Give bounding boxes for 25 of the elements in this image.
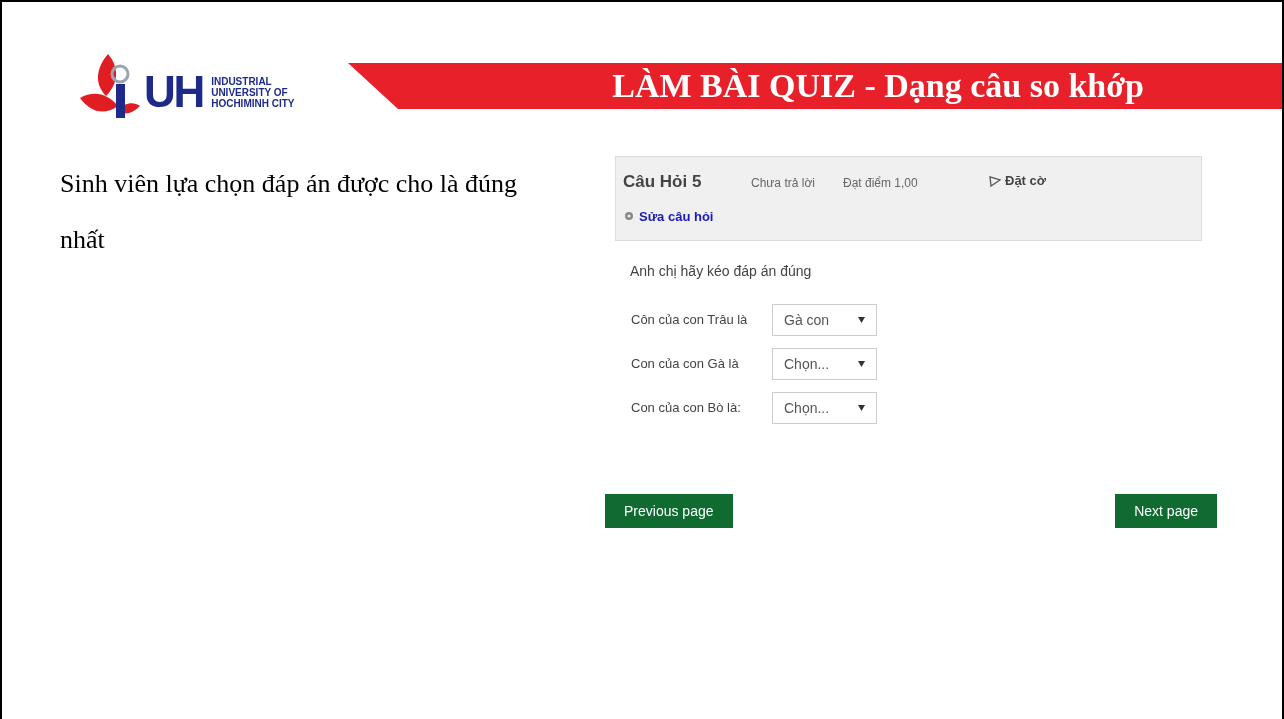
caret-icon [858, 405, 865, 411]
match-label: Con của con Bò là: [631, 399, 742, 418]
edit-question-link[interactable]: Sửa câu hỏi [623, 206, 714, 226]
flag-icon [989, 175, 1001, 187]
question-prompt: Anh chị hãy kéo đáp án đúng [630, 262, 813, 281]
logo-text: UNIVERSITY OF [211, 86, 289, 98]
title-banner: LÀM BÀI QUIZ - Dạng câu so khớp [348, 63, 1282, 109]
description-text: Sinh viên lựa chọn đáp án được cho là đúng nhất [60, 168, 519, 256]
next-page-button[interactable]: Next page [1115, 494, 1217, 528]
answer-select[interactable]: Chọn... [772, 392, 877, 424]
logo-letters: UH [144, 70, 204, 114]
flag-button[interactable]: Đặt cờ [989, 171, 1047, 191]
match-label: Côn của con Trâu là [631, 311, 749, 330]
caret-icon [858, 361, 865, 367]
caret-icon [858, 317, 865, 323]
logo-text: HOCHIMINH CITY [211, 97, 295, 109]
gear-icon [623, 210, 635, 223]
match-label: Con của con Gà là [631, 355, 740, 374]
question-grade: Đạt điểm 1,00 [843, 175, 919, 192]
previous-page-button[interactable]: Previous page [605, 494, 733, 528]
logo-text: INDUSTRIAL [211, 75, 273, 87]
question-status: Chưa trả lời [751, 175, 816, 192]
question-title: Câu Hỏi 5 [623, 171, 703, 193]
answer-select[interactable]: Gà con [772, 304, 877, 336]
answer-select[interactable]: Chọn... [772, 348, 877, 380]
